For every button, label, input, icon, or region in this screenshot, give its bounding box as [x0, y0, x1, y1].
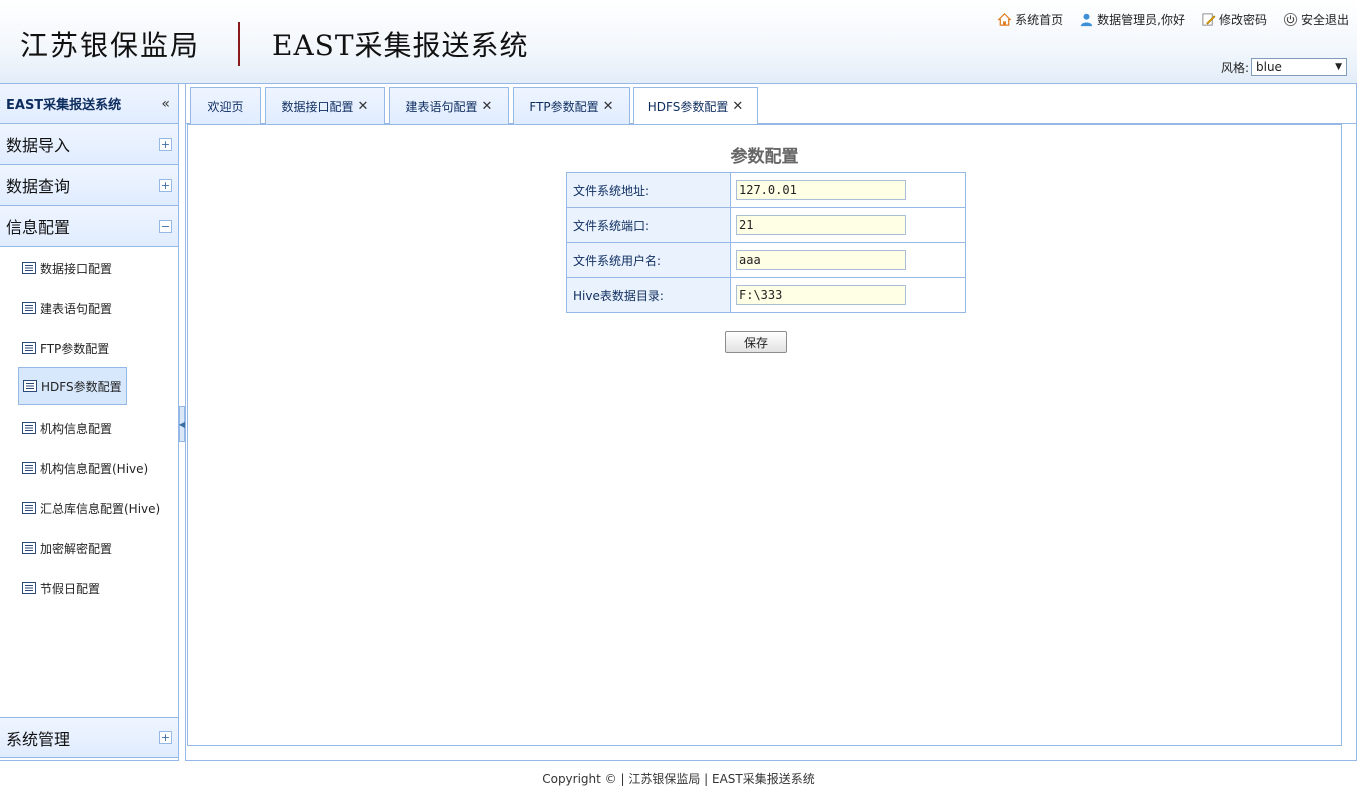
- section-title: 数据导入: [6, 136, 71, 155]
- collapse-icon[interactable]: −: [159, 219, 172, 233]
- section-title: 数据查询: [6, 177, 71, 196]
- logo-divider: [238, 22, 240, 66]
- sidebar-item-label: 汇总库信息配置(Hive): [40, 501, 161, 516]
- change-password-label: 修改密码: [1218, 13, 1267, 27]
- collapse-sidebar-icon[interactable]: «: [161, 96, 170, 112]
- save-button[interactable]: 保存: [725, 331, 787, 353]
- config-submenu: 数据接口配置 建表语句配置 FTP参数配置 HDFS参数配置 机构信息配置 机构…: [0, 247, 178, 717]
- close-icon[interactable]: ✕: [358, 99, 369, 114]
- sidebar: EAST采集报送系统 « 数据导入 + 数据查询 + 信息配置 − 数据接口配置…: [0, 84, 179, 761]
- form-row: 文件系统地址: 127.0.01: [566, 172, 966, 208]
- filesystem-port-input[interactable]: 21: [736, 215, 906, 235]
- sidebar-header: EAST采集报送系统 «: [0, 84, 178, 124]
- section-info-config[interactable]: 信息配置 −: [0, 206, 178, 247]
- section-title: 系统管理: [6, 729, 71, 749]
- sidebar-item-org-info-hive[interactable]: 机构信息配置(Hive): [18, 449, 152, 487]
- sidebar-item-label: 机构信息配置: [40, 421, 113, 436]
- tab-data-interface[interactable]: 数据接口配置 ✕: [265, 87, 385, 124]
- style-select[interactable]: blue ▼: [1251, 58, 1347, 76]
- sidebar-item-label: 建表语句配置: [40, 301, 113, 316]
- tab-hdfs[interactable]: HDFS参数配置 ✕: [633, 87, 758, 125]
- sidebar-item-org-info[interactable]: 机构信息配置: [18, 409, 116, 447]
- tab-label: 欢迎页: [207, 99, 244, 114]
- sidebar-item-data-interface[interactable]: 数据接口配置: [18, 249, 116, 287]
- list-icon: [22, 582, 36, 594]
- form-row: 文件系统端口: 21: [566, 207, 966, 243]
- sidebar-item-create-table[interactable]: 建表语句配置: [18, 289, 116, 327]
- tab-label: FTP参数配置: [529, 99, 599, 114]
- home-link[interactable]: 系统首页: [997, 11, 1063, 28]
- config-form-table: 文件系统地址: 127.0.01 文件系统端口: 21 文件系统用户名: aaa…: [566, 172, 966, 313]
- sidebar-item-ftp[interactable]: FTP参数配置: [18, 329, 113, 367]
- expand-icon[interactable]: +: [159, 731, 172, 744]
- style-switcher: 风格: blue ▼: [1221, 58, 1347, 76]
- tab-ftp[interactable]: FTP参数配置 ✕: [513, 87, 630, 124]
- list-icon: [22, 342, 36, 354]
- power-icon: [1283, 12, 1298, 27]
- style-label: 风格:: [1220, 60, 1249, 75]
- edit-icon: [1202, 13, 1216, 26]
- sidebar-item-holidays[interactable]: 节假日配置: [18, 569, 104, 607]
- sidebar-item-label: 加密解密配置: [40, 541, 113, 556]
- footer-copyright: Copyright © | 江苏银保监局 | EAST采集报送系统: [542, 772, 815, 786]
- change-password-link[interactable]: 修改密码: [1201, 11, 1267, 28]
- dropdown-arrow-icon: ▼: [1335, 62, 1342, 72]
- form-row: Hive表数据目录: F:\333: [566, 277, 966, 313]
- sidebar-item-hdfs[interactable]: HDFS参数配置: [18, 367, 127, 405]
- close-icon[interactable]: ✕: [482, 99, 493, 114]
- home-icon: [997, 13, 1012, 26]
- style-select-value: blue: [1256, 60, 1282, 74]
- form-row: 文件系统用户名: aaa: [566, 242, 966, 278]
- field-label: 文件系统端口:: [566, 207, 731, 243]
- top-links: 系统首页 数据管理员,你好 修改密码 安全退出: [997, 11, 1349, 28]
- list-icon: [23, 380, 37, 392]
- section-data-query[interactable]: 数据查询 +: [0, 165, 178, 206]
- close-icon[interactable]: ✕: [603, 99, 614, 114]
- expand-icon[interactable]: +: [159, 137, 172, 151]
- tab-label: HDFS参数配置: [647, 100, 729, 114]
- tab-welcome[interactable]: 欢迎页: [190, 87, 261, 124]
- sidebar-title: EAST采集报送系统: [6, 98, 122, 113]
- logout-label: 安全退出: [1300, 13, 1349, 27]
- field-label: 文件系统用户名:: [566, 242, 731, 278]
- sidebar-item-encryption[interactable]: 加密解密配置: [18, 529, 116, 567]
- list-icon: [22, 542, 36, 554]
- tab-create-table[interactable]: 建表语句配置 ✕: [389, 87, 509, 124]
- tab-label: 建表语句配置: [405, 99, 478, 114]
- field-label: 文件系统地址:: [566, 172, 731, 208]
- list-icon: [22, 262, 36, 274]
- sidebar-item-label: 机构信息配置(Hive): [40, 461, 149, 476]
- filesystem-address-input[interactable]: 127.0.01: [736, 180, 906, 200]
- tab-label: 数据接口配置: [281, 99, 354, 114]
- list-icon: [22, 422, 36, 434]
- tabs-panel: 欢迎页 数据接口配置 ✕ 建表语句配置 ✕ FTP参数配置 ✕ HDFS参数配置…: [185, 84, 1357, 761]
- hive-data-directory-input[interactable]: F:\333: [736, 285, 906, 305]
- user-icon: [1081, 13, 1093, 27]
- list-icon: [22, 502, 36, 514]
- header: 江苏银保监局 EAST采集报送系统 系统首页 数据管理员,你好 修改密码 安全退…: [0, 0, 1357, 84]
- section-title: 信息配置: [6, 218, 71, 237]
- sidebar-item-label: FTP参数配置: [40, 341, 110, 356]
- form-title: 参数配置: [730, 147, 799, 167]
- tab-bar: 欢迎页 数据接口配置 ✕ 建表语句配置 ✕ FTP参数配置 ✕ HDFS参数配置…: [186, 84, 1356, 125]
- sidebar-item-label: HDFS参数配置: [41, 379, 122, 394]
- section-data-import[interactable]: 数据导入 +: [0, 124, 178, 165]
- sidebar-item-summary-db-hive[interactable]: 汇总库信息配置(Hive): [18, 489, 164, 527]
- system-name: EAST采集报送系统: [272, 29, 529, 62]
- expand-icon[interactable]: +: [159, 178, 172, 192]
- filesystem-username-input[interactable]: aaa: [736, 250, 906, 270]
- close-icon[interactable]: ✕: [732, 99, 743, 114]
- user-link[interactable]: 数据管理员,你好: [1079, 11, 1185, 28]
- list-icon: [22, 462, 36, 474]
- user-link-label: 数据管理员,你好: [1097, 13, 1185, 27]
- org-name: 江苏银保监局: [20, 29, 201, 62]
- list-icon: [22, 302, 36, 314]
- sidebar-item-label: 节假日配置: [40, 581, 101, 596]
- logout-link[interactable]: 安全退出: [1283, 11, 1349, 28]
- tab-content: 参数配置 文件系统地址: 127.0.01 文件系统端口: 21 文件系统用户名…: [187, 124, 1342, 746]
- home-link-label: 系统首页: [1015, 13, 1064, 27]
- field-label: Hive表数据目录:: [566, 277, 731, 313]
- sidebar-item-label: 数据接口配置: [40, 261, 113, 276]
- section-system-management[interactable]: 系统管理 +: [0, 717, 178, 758]
